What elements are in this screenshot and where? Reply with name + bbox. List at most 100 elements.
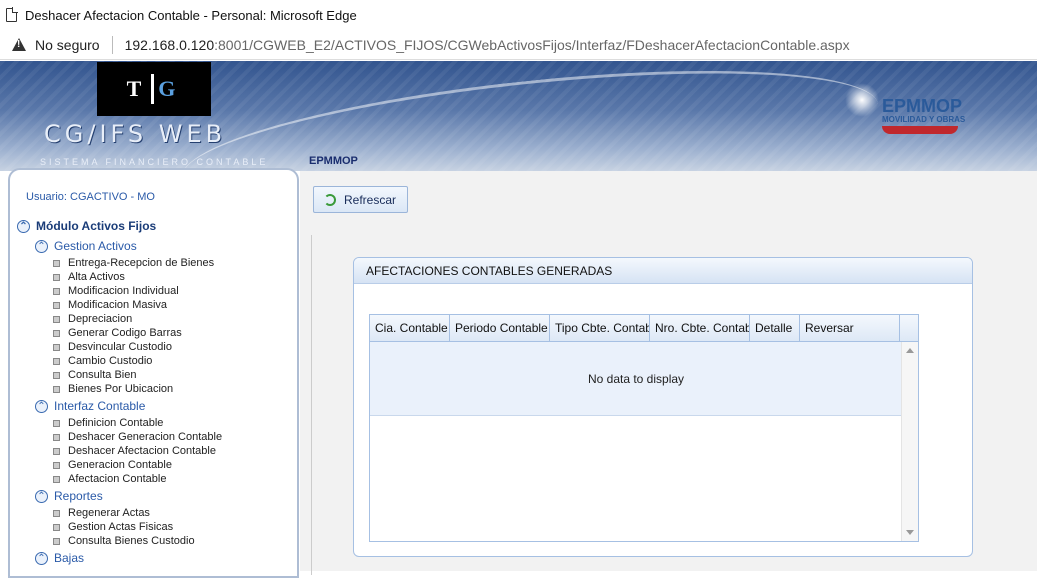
- column-header[interactable]: Reversar: [800, 315, 900, 341]
- address-bar[interactable]: No seguro 192.168.0.120:8001/CGWEB_E2/AC…: [0, 30, 1037, 60]
- tree-item[interactable]: Alta Activos: [10, 270, 297, 284]
- tig-logo: TG: [97, 62, 211, 116]
- tree-item[interactable]: Cambio Custodio: [10, 354, 297, 368]
- tree-item[interactable]: Deshacer Afectacion Contable: [10, 444, 297, 458]
- tree-item[interactable]: Consulta Bien: [10, 368, 297, 382]
- window-title: Deshacer Afectacion Contable - Personal:…: [25, 7, 357, 23]
- tree-item-label[interactable]: Modificacion Individual: [68, 285, 179, 297]
- tree-item[interactable]: Bienes Por Ubicacion: [10, 382, 297, 396]
- tree-item-label[interactable]: Bienes Por Ubicacion: [68, 383, 173, 395]
- url-path[interactable]: :8001/CGWEB_E2/ACTIVOS_FIJOS/CGWebActivo…: [214, 37, 849, 53]
- refresh-label: Refrescar: [344, 192, 397, 207]
- results-panel: AFECTACIONES CONTABLES GENERADAS Cia. Co…: [353, 257, 973, 557]
- tree-group[interactable]: ⌃ Interfaz Contable: [10, 396, 297, 416]
- bullet-icon: [53, 447, 60, 455]
- address-divider: [111, 35, 113, 54]
- tree-item[interactable]: Depreciacion: [10, 312, 297, 326]
- tree-group-label[interactable]: Gestion Activos: [54, 239, 137, 253]
- tree-item-label[interactable]: Generacion Contable: [68, 459, 172, 471]
- tree-item[interactable]: Generar Codigo Barras: [10, 326, 297, 340]
- column-header[interactable]: Periodo Contable: [450, 315, 550, 341]
- collapse-icon[interactable]: ⌃: [35, 239, 48, 253]
- bullet-icon: [53, 343, 60, 351]
- collapse-icon[interactable]: ⌃: [35, 551, 48, 565]
- tree-item-label[interactable]: Desvincular Custodio: [68, 341, 172, 353]
- collapse-icon[interactable]: ⌃: [35, 399, 48, 413]
- tree-item[interactable]: Modificacion Masiva: [10, 298, 297, 312]
- tree-item-label[interactable]: Afectacion Contable: [68, 473, 166, 485]
- brand-title: CG/IFS WEB: [44, 120, 227, 148]
- bullet-icon: [53, 273, 60, 281]
- collapse-icon[interactable]: ⌃: [35, 489, 48, 503]
- bullet-icon: [53, 259, 60, 267]
- bullet-icon: [53, 371, 60, 379]
- main-content: Refrescar AFECTACIONES CONTABLES GENERAD…: [300, 171, 1037, 575]
- tree-item-label[interactable]: Regenerar Actas: [68, 507, 150, 519]
- tree-item-label[interactable]: Definicion Contable: [68, 417, 163, 429]
- empty-text: No data to display: [587, 371, 685, 386]
- tree-item-label[interactable]: Alta Activos: [68, 271, 125, 283]
- tree-item[interactable]: Deshacer Generacion Contable: [10, 430, 297, 444]
- bullet-icon: [53, 287, 60, 295]
- column-header[interactable]: Tipo Cbte. Contable: [550, 315, 650, 341]
- tree-item-label[interactable]: Entrega-Recepcion de Bienes: [68, 257, 214, 269]
- user-label: Usuario: CGACTIVO - MO: [26, 191, 155, 203]
- column-header[interactable]: Detalle: [750, 315, 800, 341]
- tree-group[interactable]: ⌃ Reportes: [10, 486, 297, 506]
- tree-item[interactable]: Afectacion Contable: [10, 472, 297, 486]
- tree-item[interactable]: Definicion Contable: [10, 416, 297, 430]
- tree-item-label[interactable]: Consulta Bienes Custodio: [68, 535, 195, 547]
- content-divider: [311, 235, 312, 575]
- collapse-icon[interactable]: ⌃: [17, 219, 30, 233]
- panel-title: AFECTACIONES CONTABLES GENERADAS: [354, 258, 972, 284]
- column-header[interactable]: Cia. Contable: [370, 315, 450, 341]
- document-icon: [6, 7, 18, 22]
- grid-scrollbar[interactable]: [901, 342, 918, 541]
- column-header[interactable]: Nro. Cbte. Contable: [650, 315, 750, 341]
- tree-item-label[interactable]: Modificacion Masiva: [68, 299, 167, 311]
- tree-item[interactable]: Gestion Actas Fisicas: [10, 520, 297, 534]
- tree-item[interactable]: Modificacion Individual: [10, 284, 297, 298]
- bullet-icon: [53, 329, 60, 337]
- data-grid: Cia. Contable Periodo Contable Tipo Cbte. …: [369, 314, 919, 542]
- light-flare: [845, 83, 879, 117]
- tree-item-label[interactable]: Generar Codigo Barras: [68, 327, 182, 339]
- tree-item-label[interactable]: Gestion Actas Fisicas: [68, 521, 173, 533]
- grid-header: Cia. Contable Periodo Contable Tipo Cbte. …: [370, 315, 918, 342]
- tree-item-label[interactable]: Consulta Bien: [68, 369, 137, 381]
- bullet-icon: [53, 301, 60, 309]
- tree-group[interactable]: ⌃ Bajas: [10, 548, 297, 568]
- url-host[interactable]: 192.168.0.120: [125, 37, 215, 53]
- tree-item[interactable]: Consulta Bienes Custodio: [10, 534, 297, 548]
- tree-node-label[interactable]: Módulo Activos Fijos: [36, 219, 156, 233]
- bullet-icon: [53, 523, 60, 531]
- scroll-up-icon[interactable]: [906, 348, 914, 353]
- tree-group-label[interactable]: Bajas: [54, 551, 84, 565]
- tree-group[interactable]: ⌃ Gestion Activos: [10, 236, 297, 256]
- grid-empty-row: No data to display: [370, 342, 902, 416]
- brand-subtitle: SISTEMA FINANCIERO CONTABLE: [40, 157, 269, 167]
- tree-item-label[interactable]: Depreciacion: [68, 313, 132, 325]
- bullet-icon: [53, 433, 60, 441]
- warning-icon[interactable]: [12, 38, 26, 51]
- bullet-icon: [53, 419, 60, 427]
- refresh-button[interactable]: Refrescar: [313, 186, 408, 213]
- bullet-icon: [53, 461, 60, 469]
- tree-node-modulo[interactable]: ⌃ Módulo Activos Fijos: [10, 216, 297, 236]
- tree-item-label[interactable]: Deshacer Generacion Contable: [68, 431, 222, 443]
- tree-item[interactable]: Entrega-Recepcion de Bienes: [10, 256, 297, 270]
- tree-item[interactable]: Regenerar Actas: [10, 506, 297, 520]
- bullet-icon: [53, 537, 60, 545]
- scroll-down-icon[interactable]: [906, 530, 914, 535]
- tree-item-label[interactable]: Deshacer Afectacion Contable: [68, 445, 216, 457]
- refresh-icon: [324, 193, 336, 206]
- tree-item-label[interactable]: Cambio Custodio: [68, 355, 152, 367]
- app-header: TG CG/IFS WEB SISTEMA FINANCIERO CONTABL…: [0, 61, 1037, 171]
- tree-item[interactable]: Desvincular Custodio: [10, 340, 297, 354]
- tree-group-label[interactable]: Reportes: [54, 489, 103, 503]
- tree-group-label[interactable]: Interfaz Contable: [54, 399, 145, 413]
- sidebar: Usuario: CGACTIVO - MO ⌃ Módulo Activos …: [8, 168, 299, 578]
- security-label[interactable]: No seguro: [35, 37, 100, 53]
- bullet-icon: [53, 509, 60, 517]
- tree-item[interactable]: Generacion Contable: [10, 458, 297, 472]
